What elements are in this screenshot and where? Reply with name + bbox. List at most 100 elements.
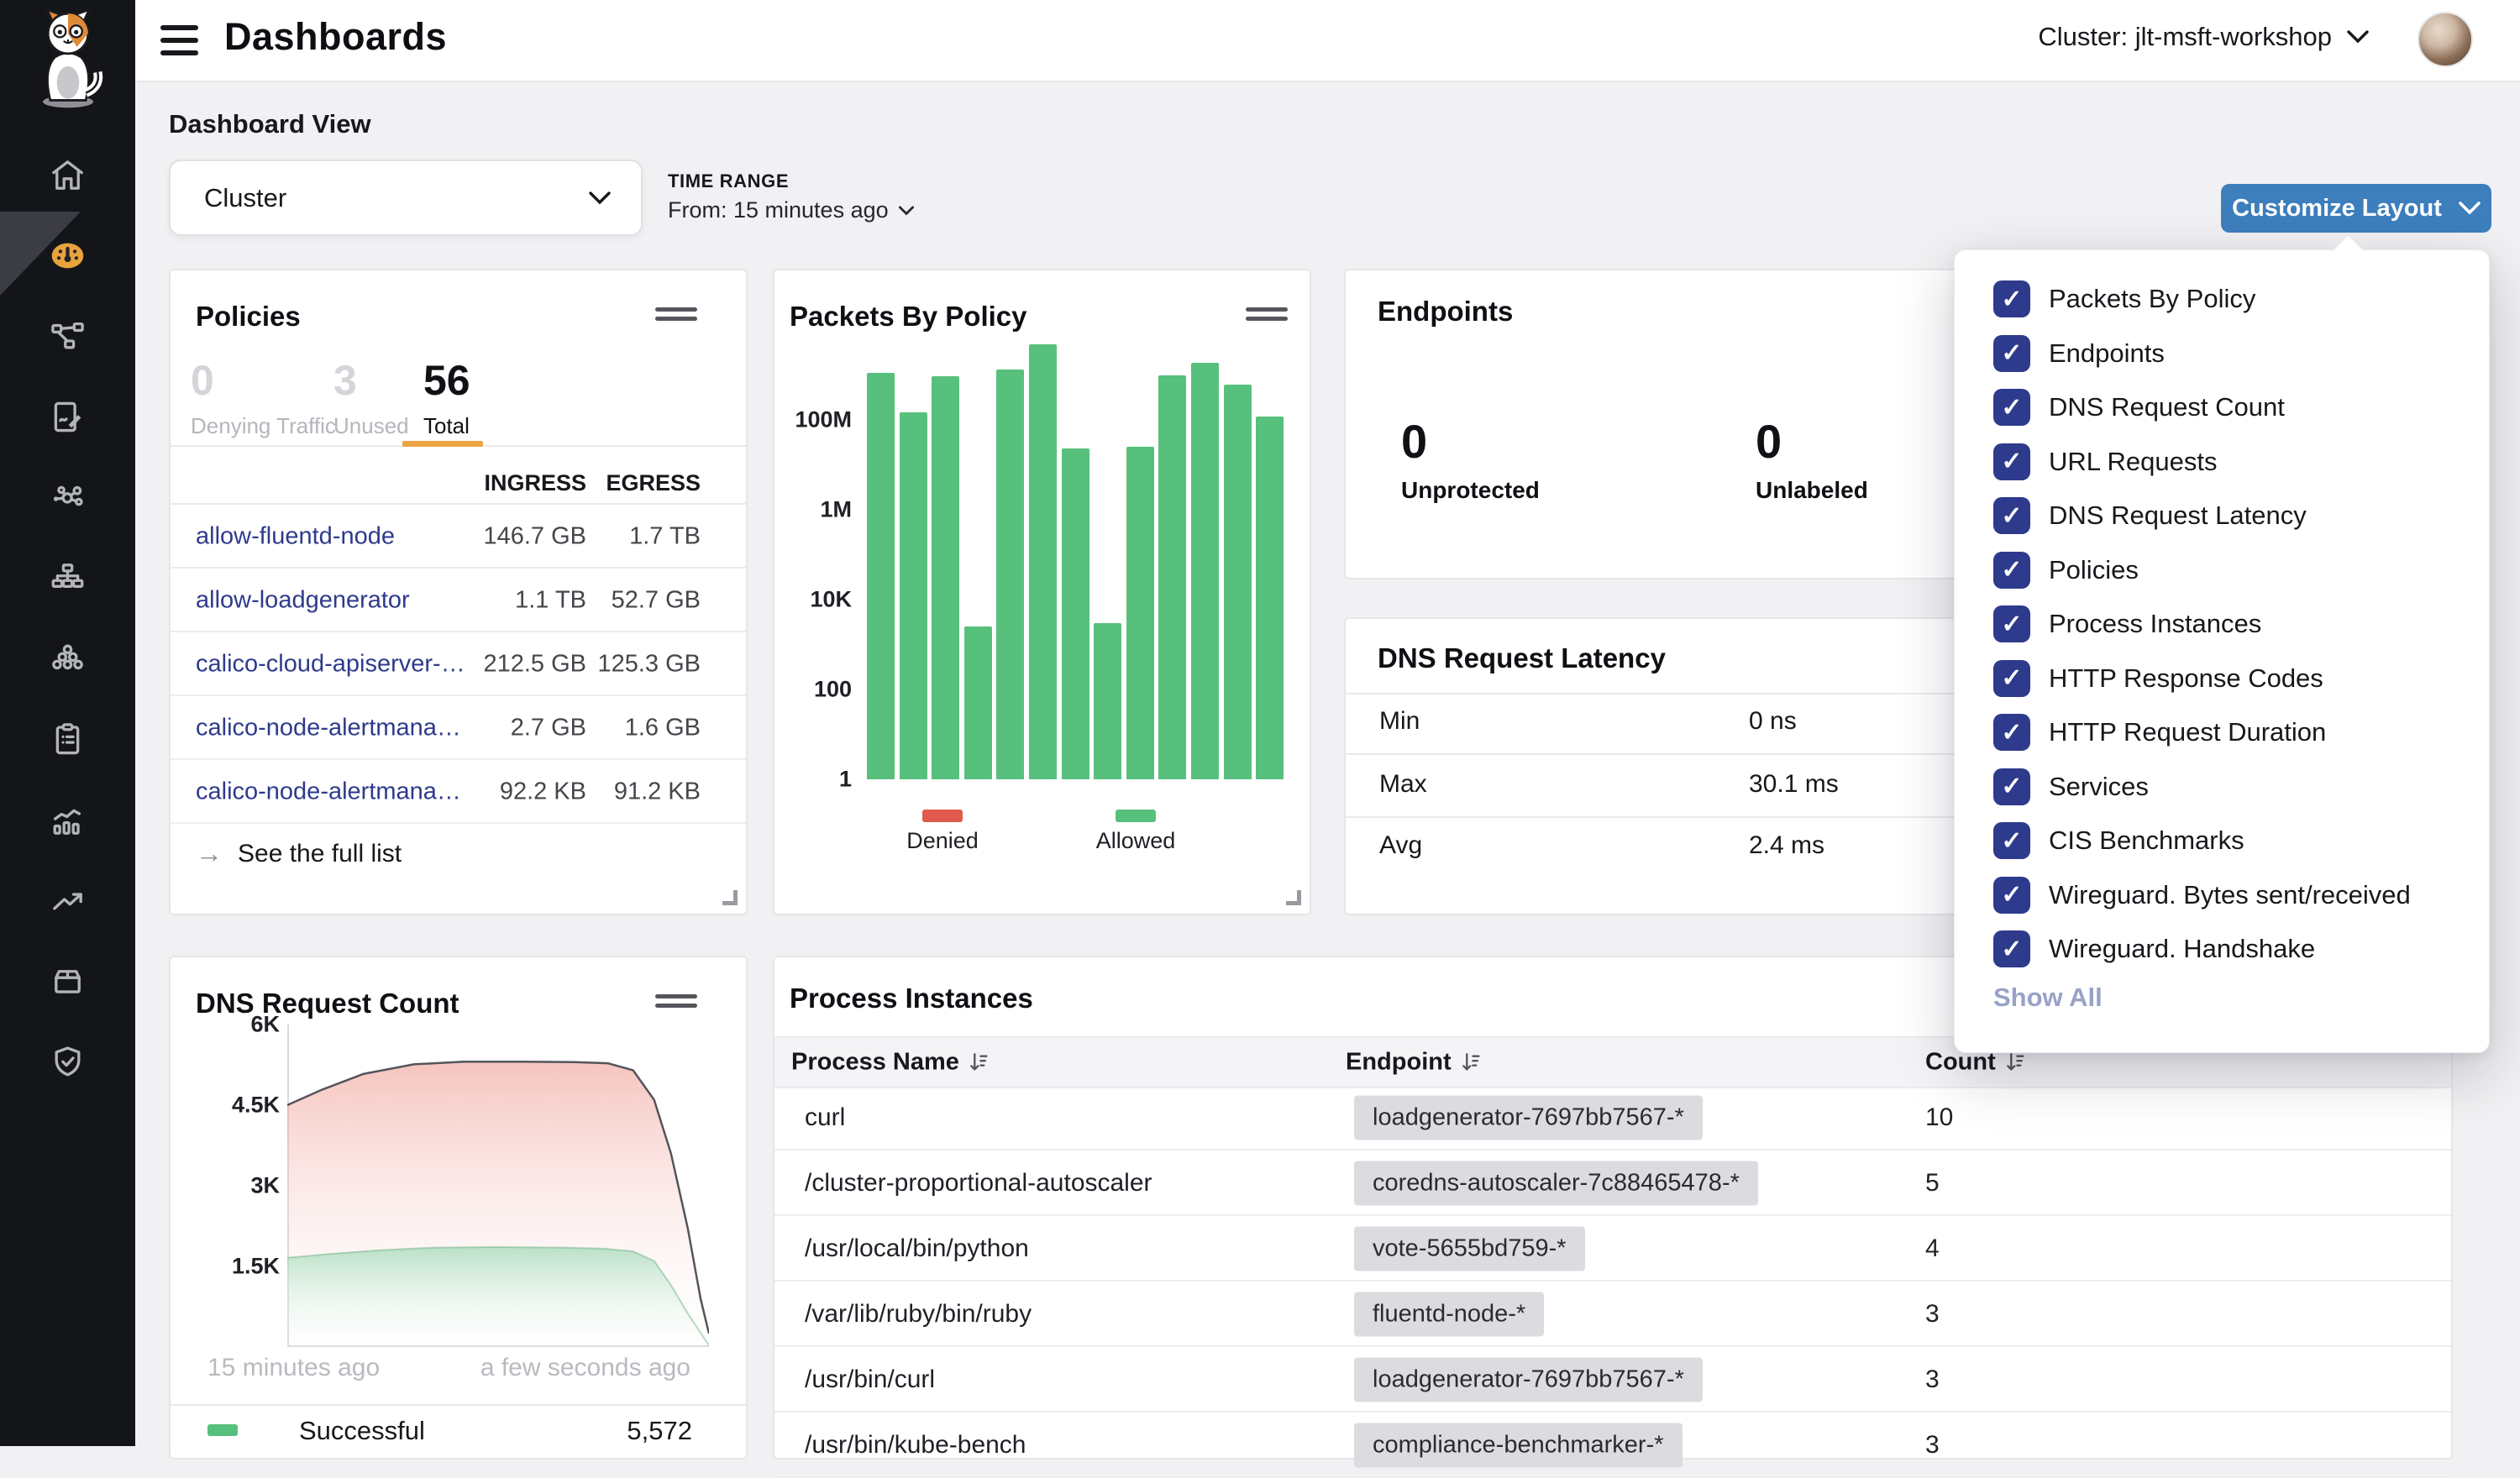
checkbox-checked-icon[interactable]: ✓ [1993,605,2030,642]
y-tick-label: 4.5K [179,1093,280,1119]
legend-denied[interactable]: Denied [884,802,1001,854]
allowed-bar[interactable] [964,626,992,779]
allowed-bar[interactable] [1029,344,1057,779]
menu-item-packets-by-policy[interactable]: ✓Packets By Policy [1993,272,2464,326]
allowed-bar[interactable] [1126,447,1154,779]
cluster-selector-label: Cluster: jlt-msft-workshop [2038,22,2332,52]
checkbox-checked-icon[interactable]: ✓ [1993,389,2030,426]
checkbox-checked-icon[interactable]: ✓ [1993,714,2030,751]
checkbox-checked-icon[interactable]: ✓ [1993,877,2030,914]
menu-item-wireguard-bytes-sent-received[interactable]: ✓Wireguard. Bytes sent/received [1993,868,2464,922]
allowed-bar[interactable] [932,376,959,779]
show-all-link[interactable]: Show All [1993,983,2103,1013]
checkbox-checked-icon[interactable]: ✓ [1993,822,2030,859]
sidebar-item-shield-check[interactable] [0,1021,135,1102]
policy-name-link[interactable]: calico-node-alertmana… [196,778,461,806]
sidebar-item-dashboard-gauge[interactable] [0,215,135,296]
endpoint-chip[interactable]: fluentd-node-* [1354,1292,1544,1337]
policy-name-link[interactable]: allow-loadgenerator [196,587,410,615]
allowed-bar[interactable] [900,412,927,779]
checkbox-checked-icon[interactable]: ✓ [1993,335,2030,372]
sidebar-item-node-cluster[interactable] [0,618,135,699]
allowed-bar[interactable] [867,373,895,779]
sidebar-item-sitemap[interactable] [0,537,135,618]
menu-item-services[interactable]: ✓ Services [1993,760,2464,814]
policies-stat-total[interactable]: 56Total [423,359,470,439]
sidebar-item-clipboard-list[interactable] [0,699,135,779]
menu-item-label: Services [2049,772,2149,802]
checkbox-checked-icon[interactable]: ✓ [1993,930,2030,967]
ingress-column-header: INGRESS [484,470,586,496]
process-name: /usr/local/bin/python [805,1234,1029,1263]
sidebar-item-network-flow[interactable] [0,296,135,376]
process-row: /usr/bin/kube-benchcompliance-benchmarke… [774,1412,2451,1478]
drag-handle-icon[interactable] [655,307,697,322]
time-range-control[interactable]: TIME RANGE From: 15 minutes ago [668,170,914,223]
allowed-bar[interactable] [996,370,1024,779]
menu-item-http-response-codes[interactable]: ✓HTTP Response Codes [1993,652,2464,705]
menu-item-dns-request-count[interactable]: ✓DNS Request Count [1993,380,2464,434]
menu-item-endpoints[interactable]: ✓Endpoints [1993,327,2464,380]
resize-handle[interactable] [1286,890,1301,905]
allowed-bar[interactable] [1094,623,1121,779]
endpoint-chip[interactable]: vote-5655bd759-* [1354,1227,1585,1271]
checkbox-checked-icon[interactable]: ✓ [1993,497,2030,534]
dashboard-view-select[interactable]: Cluster [169,160,643,236]
sidebar-item-package[interactable] [0,941,135,1021]
sidebar-item-home[interactable] [0,134,135,215]
calico-cat-logo [22,8,114,109]
policy-name-link[interactable]: calico-cloud-apiserver-… [196,651,465,679]
sidebar-item-trend-up[interactable] [0,860,135,941]
latency-min-label: Min [1379,707,1420,736]
cluster-selector[interactable]: Cluster: jlt-msft-workshop [2038,22,2369,52]
policy-name-link[interactable]: allow-fluentd-node [196,523,395,551]
see-full-list-link[interactable]: → See the full list [196,838,402,869]
endpoint-chip[interactable]: coredns-autoscaler-7c88465478-* [1354,1161,1758,1206]
sidebar-item-report-edit[interactable] [0,376,135,457]
policies-card-title: Policies [196,301,301,333]
allowed-bar[interactable] [1256,417,1284,779]
allowed-bar[interactable] [1062,448,1089,779]
policy-egress-value: 52.7 GB [612,587,701,615]
endpoint-chip[interactable]: compliance-benchmarker-* [1354,1423,1683,1468]
sort-process-name[interactable]: Process Name [791,1049,988,1077]
endpoint-chip[interactable]: loadgenerator-7697bb7567-* [1354,1358,1703,1402]
policies-stat-unused[interactable]: 3Unused [333,359,409,439]
policy-egress-value: 91.2 KB [614,778,701,806]
legend-allowed[interactable]: Allowed [1077,802,1194,854]
menu-item-url-requests[interactable]: ✓URL Requests [1993,435,2464,489]
sidebar-item-connections[interactable] [0,457,135,537]
menu-item-dns-request-latency[interactable]: ✓DNS Request Latency [1993,489,2464,542]
allowed-bar[interactable] [1158,375,1186,780]
menu-item-process-instances[interactable]: ✓Process Instances [1993,597,2464,651]
resize-handle[interactable] [722,890,738,905]
checkbox-checked-icon[interactable]: ✓ [1993,768,2030,805]
policies-stat-denying[interactable]: 0Denying Traffic [191,359,336,439]
checkbox-checked-icon[interactable]: ✓ [1993,660,2030,697]
menu-item-label: CIS Benchmarks [2049,825,2244,856]
sort-endpoint[interactable]: Endpoint [1346,1049,1480,1077]
customize-layout-button[interactable]: Customize Layout [2221,184,2491,233]
checkbox-checked-icon[interactable]: ✓ [1993,443,2030,480]
egress-column-header: EGRESS [606,470,701,496]
menu-item-wireguard-handshake[interactable]: ✓Wireguard. Handshake [1993,922,2464,976]
process-name: /usr/bin/curl [805,1365,935,1394]
allowed-bar[interactable] [1224,385,1252,779]
endpoint-chip[interactable]: loadgenerator-7697bb7567-* [1354,1096,1703,1140]
menu-item-policies[interactable]: ✓Policies [1993,543,2464,597]
user-avatar[interactable] [2418,12,2473,67]
drag-handle-icon[interactable] [655,994,697,1009]
checkbox-checked-icon[interactable]: ✓ [1993,552,2030,589]
menu-item-cis-benchmarks[interactable]: ✓ CIS Benchmarks [1993,814,2464,867]
sidebar-item-statistics[interactable] [0,779,135,860]
hamburger-menu-icon[interactable] [160,25,198,55]
process-row: /usr/local/bin/pythonvote-5655bd759-*4 [774,1216,2451,1281]
checkbox-checked-icon[interactable]: ✓ [1993,280,2030,317]
menu-item-http-request-duration[interactable]: ✓HTTP Request Duration [1993,705,2464,759]
customize-layout-menu: ✓Packets By Policy✓Endpoints✓DNS Request… [1954,249,2490,1053]
allowed-bar[interactable] [1191,363,1219,779]
sort-icon [2006,1051,2024,1073]
endpoints-stat-unlabeled[interactable]: 0 Unlabeled [1756,418,1868,504]
policy-name-link[interactable]: calico-node-alertmana… [196,715,461,742]
endpoints-stat-unprotected[interactable]: 0 Unprotected [1401,418,1540,504]
